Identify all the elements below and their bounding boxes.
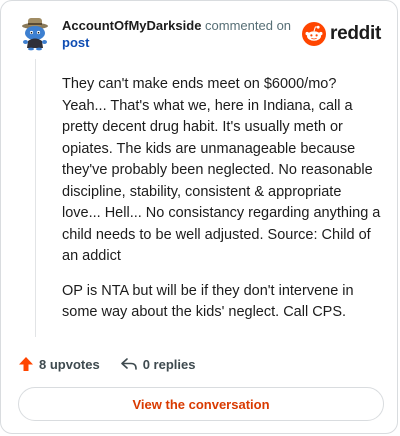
snoo-avatar-icon xyxy=(22,18,48,51)
comment-header: AccountOfMyDarkside commented on post re… xyxy=(19,15,381,55)
comment-paragraph: They can't make ends meet on $6000/mo? Y… xyxy=(62,76,381,264)
view-conversation-button[interactable]: View the conversation xyxy=(18,387,384,421)
upvote-count: 8 upvotes xyxy=(39,356,100,372)
post-link[interactable]: post xyxy=(62,34,292,51)
brand-wordmark: reddit xyxy=(330,23,381,44)
comment-body: They can't make ends meet on $6000/mo? Y… xyxy=(62,74,384,337)
reddit-logo-icon xyxy=(302,22,327,46)
upvote-button[interactable]: 8 upvotes xyxy=(18,356,100,372)
comment-meta: AccountOfMyDarkside commented on post xyxy=(62,17,292,51)
reply-count: 0 replies xyxy=(142,356,196,372)
username-link[interactable]: AccountOfMyDarkside xyxy=(62,18,201,33)
reply-button[interactable]: 0 replies xyxy=(120,356,196,372)
thread-line xyxy=(35,59,36,337)
comment-actions: 8 upvotes 0 replies xyxy=(18,353,215,375)
action-text: commented on xyxy=(201,18,292,33)
reddit-brand[interactable]: reddit xyxy=(302,21,381,47)
upvote-arrow-icon xyxy=(19,357,33,371)
comment-embed-card: AccountOfMyDarkside commented on post re… xyxy=(0,0,398,434)
user-avatar[interactable] xyxy=(19,17,53,51)
comment-paragraph: OP is NTA but will be if they don't inte… xyxy=(62,282,354,321)
reply-arrow-icon xyxy=(120,358,137,370)
